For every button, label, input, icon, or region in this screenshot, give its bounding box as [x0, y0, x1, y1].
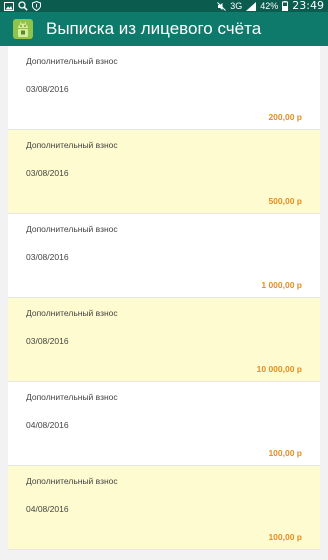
mute-icon — [217, 1, 227, 11]
list-item[interactable]: Дополнительный взнос 03/08/2016 1 000,00… — [8, 214, 320, 298]
battery-icon — [282, 1, 289, 11]
entry-type: Дополнительный взнос — [26, 140, 118, 150]
entry-type: Дополнительный взнос — [26, 476, 118, 486]
signal-icon — [246, 1, 257, 11]
entry-date: 03/08/2016 — [26, 84, 69, 94]
list-item[interactable]: Дополнительный взнос 03/08/2016 10 000,0… — [8, 298, 320, 382]
entry-type: Дополнительный взнос — [26, 56, 118, 66]
entry-amount: 100,00 р — [268, 532, 302, 542]
entry-amount: 1 000,00 р — [261, 280, 302, 290]
info-icon — [32, 1, 41, 11]
statement-list: Дополнительный взнос 03/08/2016 200,00 р… — [8, 46, 320, 550]
entry-amount: 10 000,00 р — [256, 364, 302, 374]
entry-amount: 500,00 р — [268, 196, 302, 206]
list-item[interactable]: Дополнительный взнос 04/08/2016 100,00 р — [8, 466, 320, 550]
entry-type: Дополнительный взнос — [26, 308, 118, 318]
image-icon — [4, 1, 14, 11]
list-item[interactable]: Дополнительный взнос 03/08/2016 200,00 р — [8, 46, 320, 130]
entry-date: 04/08/2016 — [26, 420, 69, 430]
status-bar-left — [4, 1, 41, 11]
network-label: 3G — [230, 1, 243, 11]
entry-type: Дополнительный взнос — [26, 224, 118, 234]
clock: 23:49 — [292, 0, 324, 12]
entry-type: Дополнительный взнос — [26, 392, 118, 402]
status-bar-right: 3G 42% 23:49 — [217, 0, 324, 12]
list-item[interactable]: Дополнительный взнос 04/08/2016 100,00 р — [8, 382, 320, 466]
app-bar: Выписка из лицевого счёта — [0, 12, 328, 46]
search-icon — [18, 1, 28, 11]
entry-amount: 200,00 р — [268, 112, 302, 122]
entry-date: 03/08/2016 — [26, 252, 69, 262]
battery-percent: 42% — [260, 1, 279, 11]
page-title: Выписка из лицевого счёта — [46, 19, 262, 38]
entry-date: 03/08/2016 — [26, 168, 69, 178]
entry-amount: 100,00 р — [268, 448, 302, 458]
entry-date: 03/08/2016 — [26, 336, 69, 346]
entry-date: 04/08/2016 — [26, 504, 69, 514]
android-icon[interactable] — [12, 18, 34, 40]
status-bar: 3G 42% 23:49 — [0, 0, 328, 12]
list-item[interactable]: Дополнительный взнос 03/08/2016 500,00 р — [8, 130, 320, 214]
